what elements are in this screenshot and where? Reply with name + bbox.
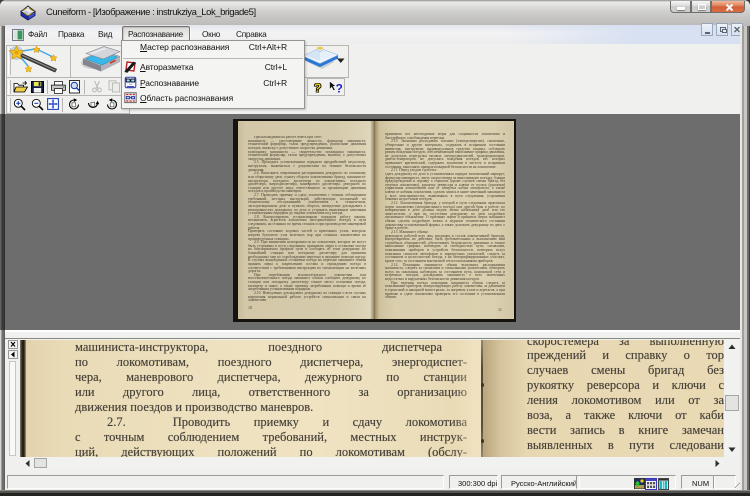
svg-text:?: ?: [336, 82, 343, 95]
